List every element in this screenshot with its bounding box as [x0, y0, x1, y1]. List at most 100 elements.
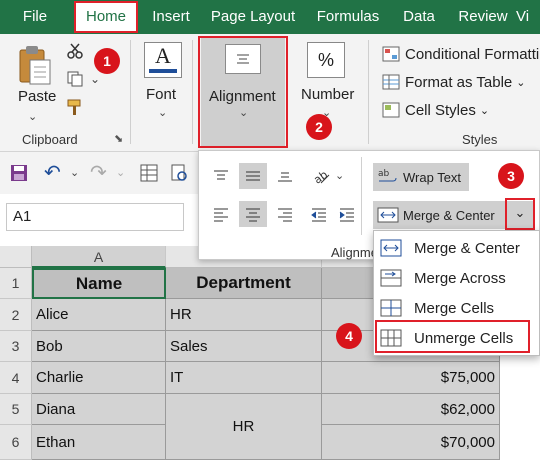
font-color-bar: [149, 69, 177, 73]
highlight-box-unmerge-cells: [375, 320, 530, 353]
quick-access-toolbar: ↶ ⌄ ↷ ⌄: [0, 152, 200, 194]
clipboard-group-label: Clipboard: [22, 132, 78, 147]
tab-view[interactable]: Vi: [516, 0, 540, 34]
row-header-5[interactable]: 5: [0, 394, 32, 425]
orientation-chevron-icon[interactable]: ⌄: [335, 169, 344, 182]
cell-department[interactable]: Sales: [166, 331, 322, 362]
format-painter-icon[interactable]: [66, 98, 84, 121]
wrap-text-button[interactable]: ab Wrap Text: [373, 163, 469, 191]
format-as-table-chevron-icon: ⌄: [516, 76, 526, 89]
align-center-icon[interactable]: [239, 201, 267, 227]
merge-center-label: Merge & Center: [403, 207, 495, 223]
svg-text:ab: ab: [378, 169, 390, 179]
merge-center-button[interactable]: Merge & Center: [373, 201, 505, 229]
bottom-align-icon[interactable]: [271, 163, 299, 189]
group-divider: [192, 40, 193, 144]
row-header-4[interactable]: 4: [0, 362, 32, 394]
number-chevron-down-icon[interactable]: ⌄: [322, 106, 331, 119]
row-header-3[interactable]: 3: [0, 331, 32, 362]
align-right-icon[interactable]: [271, 201, 299, 227]
tab-review[interactable]: Review: [452, 0, 514, 34]
group-divider: [130, 40, 131, 144]
top-align-icon[interactable]: [207, 163, 235, 189]
ribbon: Paste ⌄ ⌄ Clipboard ⬊ A Font ⌄ Alignment…: [0, 34, 540, 152]
tab-file[interactable]: File: [10, 0, 60, 34]
undo-chevron-icon[interactable]: ⌄: [70, 166, 79, 179]
merge-center-icon: [377, 207, 399, 223]
wrap-text-label: Wrap Text: [403, 169, 462, 185]
highlight-box-home-tab: [74, 1, 138, 33]
menu-item-merge-cells[interactable]: Merge Cells: [374, 293, 539, 323]
number-format-icon[interactable]: %: [307, 42, 345, 78]
cut-icon[interactable]: [66, 42, 84, 65]
cell-salary[interactable]: $70,000: [322, 425, 500, 460]
styles-group-label: Styles: [462, 132, 498, 147]
wrap-text-icon: ab: [378, 169, 397, 182]
paste-icon: [19, 46, 51, 85]
increase-indent-icon[interactable]: [333, 201, 361, 227]
cell-salary[interactable]: $75,000: [322, 362, 500, 394]
menu-item-label: Merge Across: [414, 269, 506, 287]
orientation-icon[interactable]: ab: [307, 163, 335, 189]
highlight-box-merge-dropdown: [505, 198, 535, 230]
cell-name[interactable]: Ethan: [32, 425, 166, 460]
header-cell-name[interactable]: Name: [32, 268, 166, 299]
font-icon: A: [155, 43, 171, 68]
paste-button[interactable]: [16, 44, 52, 91]
align-left-icon[interactable]: [207, 201, 235, 227]
tab-page-layout[interactable]: Page Layout: [206, 0, 300, 34]
redo-chevron-icon[interactable]: ⌄: [116, 166, 125, 179]
cell-name[interactable]: Bob: [32, 331, 166, 362]
row-header-6[interactable]: 6: [0, 425, 32, 460]
conditional-formatting-label: Conditional Formatti: [405, 45, 540, 63]
tab-insert[interactable]: Insert: [144, 0, 198, 34]
select-all-corner[interactable]: [0, 246, 32, 268]
row-header-1[interactable]: 1: [0, 268, 32, 299]
step-badge-4: 4: [336, 323, 362, 349]
group-divider: [368, 40, 369, 144]
row-header-2[interactable]: 2: [0, 299, 32, 331]
middle-align-icon[interactable]: [239, 163, 267, 189]
decrease-indent-icon[interactable]: [305, 201, 333, 227]
column-header-a[interactable]: A: [32, 246, 166, 268]
cell-styles-button[interactable]: Cell Styles ⌄: [382, 100, 540, 120]
tab-data[interactable]: Data: [394, 0, 444, 34]
name-box[interactable]: A1: [6, 203, 184, 231]
merge-center-icon: [380, 239, 402, 257]
number-label[interactable]: Number: [301, 86, 354, 103]
save-icon[interactable]: [10, 164, 28, 187]
merged-cell-department[interactable]: HR: [166, 394, 322, 460]
font-label[interactable]: Font: [146, 86, 176, 103]
cell-styles-icon: [382, 102, 400, 118]
paste-label[interactable]: Paste: [18, 88, 56, 105]
menu-item-merge-across[interactable]: Merge Across: [374, 263, 539, 293]
cell-styles-label: Cell Styles: [405, 101, 476, 119]
conditional-formatting-button[interactable]: Conditional Formatti: [382, 44, 540, 64]
cell-name[interactable]: Diana: [32, 394, 166, 425]
form-icon[interactable]: [140, 164, 158, 187]
font-chevron-down-icon[interactable]: ⌄: [158, 106, 167, 119]
redo-icon[interactable]: ↷: [90, 160, 107, 185]
undo-icon[interactable]: ↶: [44, 160, 61, 185]
merge-across-icon: [380, 269, 402, 287]
header-cell-department[interactable]: Department: [166, 268, 322, 299]
format-as-table-button[interactable]: Format as Table ⌄: [382, 72, 540, 92]
paste-dropdown-chevron-icon[interactable]: ⌄: [28, 110, 37, 123]
highlight-box-alignment: [198, 36, 288, 148]
cell-name[interactable]: Charlie: [32, 362, 166, 394]
cell-salary[interactable]: $62,000: [322, 394, 500, 425]
clipboard-launcher-icon[interactable]: ⬊: [114, 132, 123, 145]
print-preview-icon[interactable]: [170, 164, 188, 187]
font-button[interactable]: A: [144, 42, 182, 78]
step-badge-1: 1: [94, 48, 120, 74]
cell-department[interactable]: HR: [166, 299, 322, 331]
format-as-table-icon: [382, 74, 400, 90]
tab-formulas[interactable]: Formulas: [310, 0, 386, 34]
copy-dropdown-chevron-icon[interactable]: ⌄: [90, 72, 100, 86]
copy-icon[interactable]: [66, 70, 84, 93]
menu-item-label: Merge & Center: [414, 239, 520, 257]
format-as-table-label: Format as Table: [405, 73, 513, 91]
menu-item-merge-center[interactable]: Merge & Center: [374, 233, 539, 263]
cell-name[interactable]: Alice: [32, 299, 166, 331]
cell-department[interactable]: IT: [166, 362, 322, 394]
